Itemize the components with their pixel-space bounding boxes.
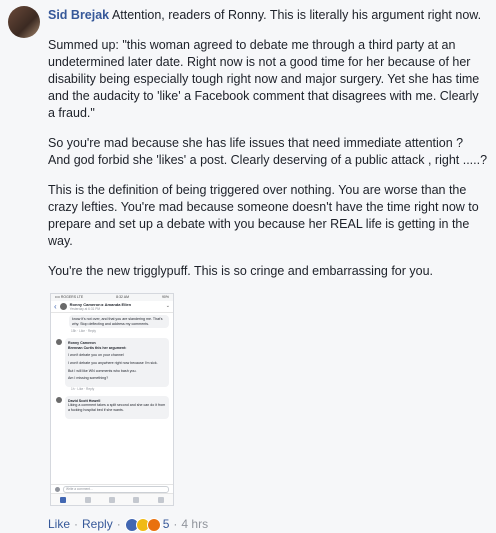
comment-paragraph-3: This is the definition of being triggere… bbox=[48, 183, 479, 248]
comment-paragraph-1: Summed up: "this woman agreed to debate … bbox=[48, 38, 480, 120]
comment-author-link[interactable]: Sid Brejak bbox=[48, 8, 109, 22]
home-icon bbox=[60, 496, 67, 503]
menu-icon bbox=[157, 496, 164, 503]
phone-status-bar: •••• ROGERS LTE 8:32 AM 90% bbox=[51, 294, 173, 301]
main-comment-line-1: I won't debate you on your channel bbox=[68, 353, 124, 358]
main-comment-author: Ronny Cameron bbox=[68, 341, 96, 346]
main-comment-lead: Brennan Curtis this her argument: bbox=[68, 345, 127, 350]
comment-first-paragraph: Sid Brejak Attention, readers of Ronny. … bbox=[48, 7, 488, 24]
comment-paragraph-4: You're the new trigglypuff. This is so c… bbox=[48, 264, 434, 278]
back-arrow-icon: ‹ bbox=[54, 301, 57, 311]
reply-comment: David Scott Howell Liking a comment takes… bbox=[51, 395, 173, 419]
comment-input: Write a comment... bbox=[63, 486, 169, 493]
comment-intro: Attention, readers of Ronny. This is lit… bbox=[111, 8, 482, 22]
status-carrier: •••• ROGERS LTE bbox=[55, 295, 84, 299]
camera-icon bbox=[55, 487, 60, 492]
main-comment-bubble: Ronny Cameron Brennan Curtis this her arg… bbox=[65, 338, 169, 387]
commenter-avatar[interactable] bbox=[8, 6, 40, 38]
header-sub: Yesterday at 6:31 PM bbox=[69, 306, 101, 311]
status-time: 8:32 AM bbox=[116, 295, 129, 299]
angry-reaction-icon bbox=[146, 517, 161, 532]
reply-author: David Scott Howell bbox=[68, 398, 101, 403]
marketplace-icon bbox=[108, 496, 115, 503]
status-battery: 90% bbox=[161, 295, 169, 299]
separator: · bbox=[173, 517, 178, 531]
top-comment-bubble: know it's not over, and that you are sla… bbox=[69, 315, 169, 329]
main-comment-line-2: I won't debate you anywhere right now be… bbox=[68, 360, 158, 365]
comment-avatar bbox=[56, 339, 62, 346]
reply-bubble: David Scott Howell Liking a comment takes… bbox=[65, 395, 169, 419]
post-avatar bbox=[59, 303, 67, 310]
top-comment-actions: 15h · Like · Reply bbox=[71, 329, 96, 334]
comment-paragraph-2: So you're mad because she has life issue… bbox=[48, 136, 488, 167]
header-title: Ronny Cameron ▸ Amanda Ellen bbox=[69, 301, 132, 307]
reply-link[interactable]: Reply bbox=[82, 516, 113, 533]
main-comment: Ronny Cameron Brennan Curtis this her arg… bbox=[51, 338, 173, 387]
notifications-icon bbox=[133, 496, 140, 503]
reaction-count: 5 bbox=[162, 517, 170, 531]
comment-body: Sid Brejak Attention, readers of Ronny. … bbox=[48, 7, 488, 533]
like-link[interactable]: Like bbox=[48, 516, 70, 533]
separator: · bbox=[116, 517, 121, 531]
friends-icon bbox=[84, 496, 91, 503]
header-text: Ronny Cameron ▸ Amanda Ellen Yesterday a… bbox=[70, 302, 163, 312]
phone-header: ‹ Ronny Cameron ▸ Amanda Ellen Yesterday… bbox=[51, 301, 173, 313]
main-comment-actions: 1h · Like · Reply bbox=[71, 386, 95, 391]
comment-actions: Like · Reply · 5 · 4 hrs bbox=[48, 516, 488, 533]
timestamp[interactable]: 4 hrs bbox=[181, 516, 208, 533]
reply-avatar bbox=[56, 396, 62, 403]
separator: · bbox=[74, 517, 79, 531]
reply-text: Liking a comment takes a split second an… bbox=[68, 403, 166, 412]
reactions[interactable]: 5 bbox=[124, 516, 170, 533]
attached-screenshot[interactable]: •••• ROGERS LTE 8:32 AM 90% ‹ Ronny Came… bbox=[50, 293, 174, 506]
main-comment-line-4: Am I missing something? bbox=[68, 376, 109, 381]
phone-nav-bar bbox=[51, 493, 173, 505]
chevron-down-icon: ⌄ bbox=[165, 303, 170, 309]
main-comment-line-3: But I will like WN comments who bash you… bbox=[68, 368, 137, 373]
